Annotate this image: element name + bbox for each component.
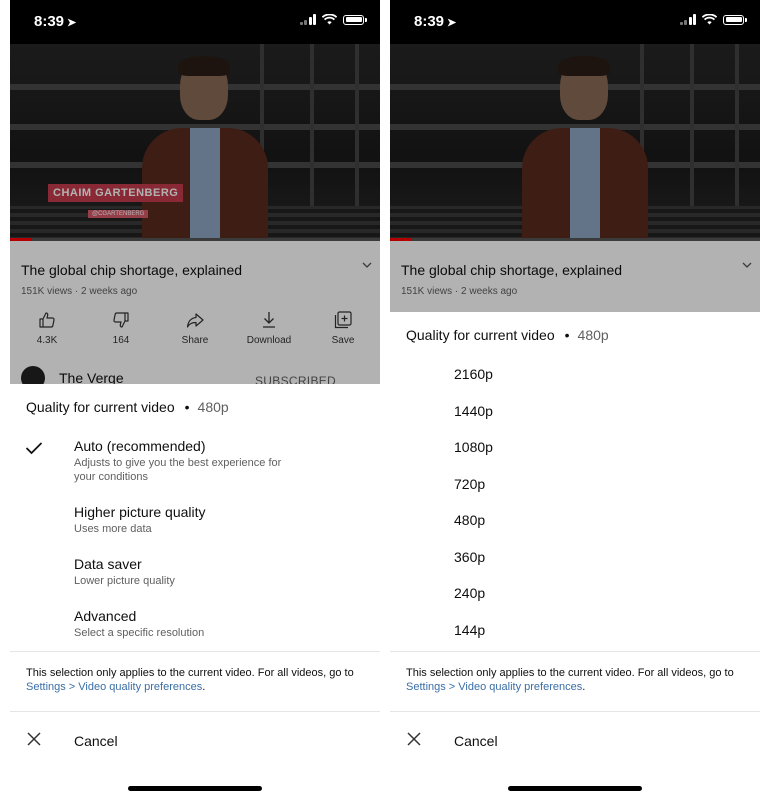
signal-icon — [299, 14, 316, 25]
selected-quality: 480p — [577, 327, 609, 343]
option-higher-quality[interactable]: Higher picture quality Uses more data — [10, 504, 380, 548]
quality-sheet: Quality for current video • 480p Auto (rec… — [10, 384, 380, 799]
cancel-button[interactable]: Cancel — [390, 730, 760, 770]
option-label: Data saver — [74, 556, 142, 572]
close-icon — [27, 732, 41, 746]
location-arrow-icon: ➤ — [67, 17, 77, 29]
divider — [390, 651, 760, 652]
option-label: Auto (recommended) — [74, 438, 206, 454]
option-data-saver[interactable]: Data saver Lower picture quality — [10, 556, 380, 600]
resolution-sheet: Quality for current video • 480p 2160p 144… — [390, 312, 760, 799]
option-auto[interactable]: Auto (recommended) Adjusts to give you t… — [10, 438, 380, 483]
wifi-icon — [702, 14, 717, 25]
settings-link[interactable]: Settings > Video quality preferences — [26, 681, 202, 693]
sheet-title: Quality for current video • 480p — [26, 399, 229, 415]
settings-link[interactable]: Settings > Video quality preferences — [406, 681, 582, 693]
wifi-icon — [322, 14, 337, 25]
battery-icon — [343, 14, 367, 25]
left-phone-screen: 8:39 ➤ CHAIM GARTENBERG @CGARTENBERG The … — [10, 0, 380, 799]
battery-icon — [723, 14, 747, 25]
resolution-option-480p[interactable]: 480p — [454, 512, 485, 528]
scope-note: This selection only applies to the curre… — [406, 667, 734, 693]
status-icons — [299, 14, 367, 25]
selected-quality: 480p — [197, 399, 229, 415]
option-advanced[interactable]: Advanced Select a specific resolution — [10, 608, 380, 652]
option-label: Advanced — [74, 608, 137, 624]
signal-icon — [679, 14, 696, 25]
home-indicator[interactable] — [128, 786, 262, 791]
option-description: Adjusts to give you the best experience … — [74, 457, 282, 483]
option-description: Lower picture quality — [74, 575, 175, 587]
resolution-option-720p[interactable]: 720p — [454, 476, 485, 492]
status-bar: 8:39 ➤ — [390, 0, 760, 44]
cancel-button[interactable]: Cancel — [10, 730, 380, 770]
option-label: Higher picture quality — [74, 504, 206, 520]
location-arrow-icon: ➤ — [447, 17, 457, 29]
status-time: 8:39 ➤ — [414, 13, 457, 30]
sheet-title: Quality for current video • 480p — [406, 327, 609, 343]
close-icon — [407, 732, 421, 746]
resolution-option-360p[interactable]: 360p — [454, 549, 485, 565]
resolution-option-1440p[interactable]: 1440p — [454, 403, 493, 419]
right-phone-screen: 8:39 ➤ The global chip shortage, explaine… — [390, 0, 760, 799]
checkmark-icon — [25, 442, 43, 455]
status-time: 8:39 ➤ — [34, 13, 77, 30]
status-bar: 8:39 ➤ — [10, 0, 380, 44]
resolution-option-144p[interactable]: 144p — [454, 622, 485, 638]
home-indicator[interactable] — [508, 786, 642, 791]
resolution-option-1080p[interactable]: 1080p — [454, 439, 493, 455]
resolution-option-240p[interactable]: 240p — [454, 585, 485, 601]
scope-note: This selection only applies to the curre… — [26, 667, 354, 693]
divider — [390, 711, 760, 712]
divider — [10, 711, 380, 712]
divider — [10, 651, 380, 652]
option-description: Select a specific resolution — [74, 627, 205, 639]
status-icons — [679, 14, 747, 25]
resolution-option-2160p[interactable]: 2160p — [454, 366, 493, 382]
dim-overlay[interactable] — [10, 44, 380, 384]
option-description: Uses more data — [74, 523, 152, 535]
dim-overlay[interactable] — [390, 44, 760, 312]
